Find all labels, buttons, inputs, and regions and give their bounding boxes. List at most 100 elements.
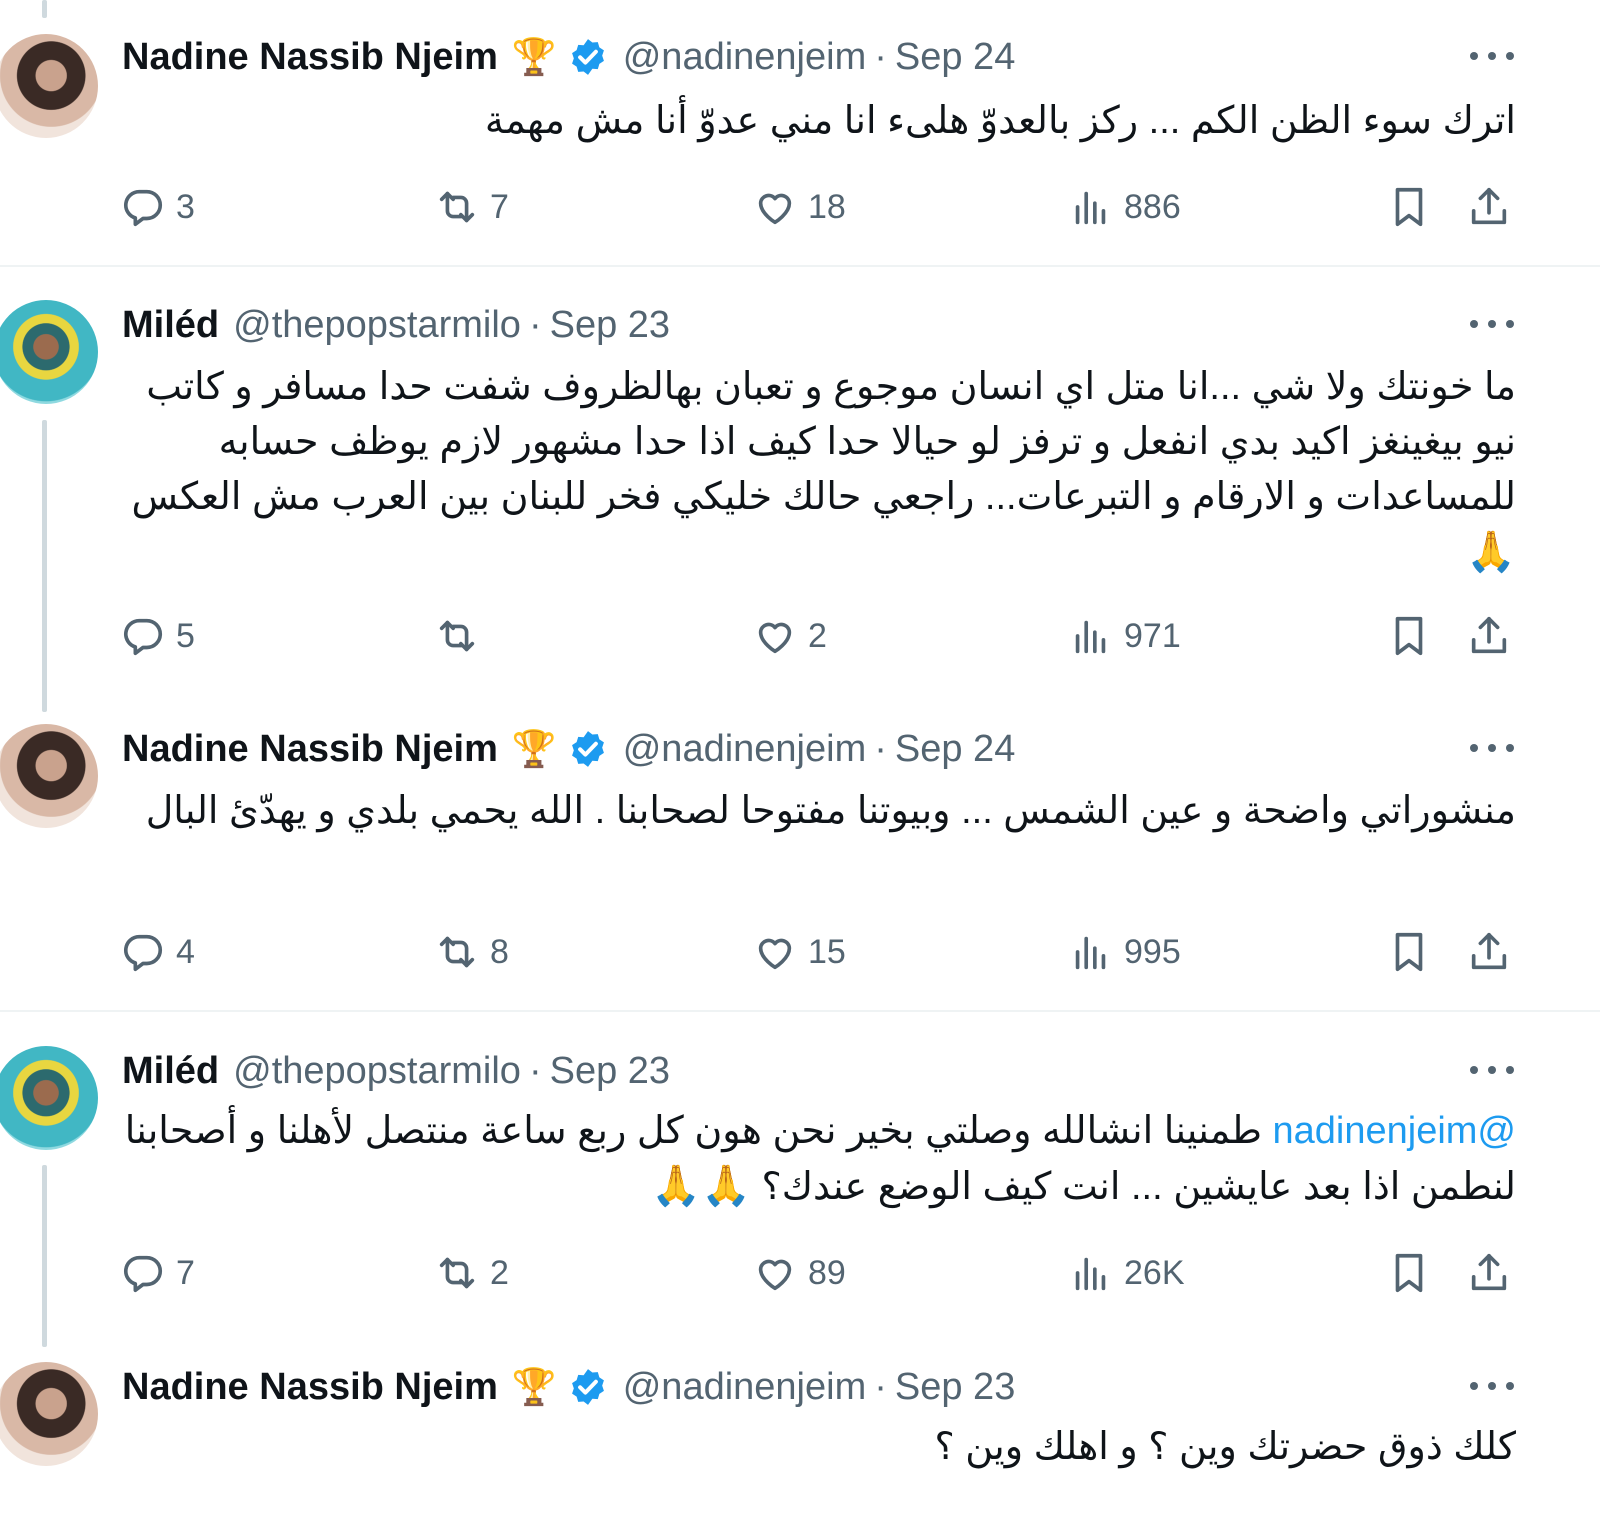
user-name[interactable]: Miléd (122, 304, 219, 347)
reply-button[interactable]: 7 (120, 1248, 195, 1298)
mention-link[interactable]: @nadinenjeim (1273, 1110, 1517, 1152)
user-name[interactable]: Nadine Nassib Njeim (122, 36, 498, 79)
views-button[interactable]: 971 (1068, 611, 1181, 661)
avatar[interactable] (0, 1046, 98, 1150)
like-button[interactable]: 18 (752, 182, 846, 232)
user-handle[interactable]: @thepopstarmilo (233, 1050, 521, 1093)
retweet-count: 7 (490, 187, 509, 226)
bookmark-icon (1386, 1250, 1432, 1296)
action-bar: 5 2 971 (0, 611, 1600, 661)
action-bar: 4 8 15 995 (0, 927, 1600, 977)
verified-badge-icon[interactable] (567, 728, 609, 770)
trophy-icon: 🏆 (511, 36, 557, 77)
share-button[interactable] (1466, 1248, 1512, 1298)
views-icon (1068, 1250, 1114, 1296)
pray-emoji: 🙏🙏 (651, 1164, 751, 1208)
retweet-count: 8 (490, 932, 509, 971)
like-button[interactable]: 2 (752, 611, 827, 661)
views-count: 971 (1124, 616, 1181, 655)
user-handle[interactable]: @nadinenjeim (623, 36, 867, 79)
tweet[interactable]: Miléd @thepopstarmilo · Sep 23 @nadinenj… (0, 1034, 1600, 1334)
retweet-button[interactable]: 7 (434, 182, 509, 232)
trophy-icon: 🏆 (511, 1366, 557, 1407)
views-count: 26K (1124, 1253, 1185, 1292)
share-button[interactable] (1466, 182, 1512, 232)
tweet-text: منشوراتي واضحة و عين الشمس ... وبيوتنا م… (145, 790, 1516, 832)
share-button[interactable] (1466, 927, 1512, 977)
views-icon (1068, 613, 1114, 659)
views-count: 995 (1124, 932, 1181, 971)
tweet-date[interactable]: Sep 23 (550, 1050, 670, 1093)
separator: · (874, 727, 887, 770)
bookmark-button[interactable] (1386, 927, 1432, 977)
reply-icon (120, 184, 166, 230)
separator: · (528, 1049, 542, 1092)
reply-icon (120, 929, 166, 975)
tweet-text: @nadinenjeim طمنينا انشالله وصلتي بخير ن… (122, 1104, 1516, 1215)
reply-count: 3 (176, 187, 195, 226)
verified-badge-icon[interactable] (567, 1366, 609, 1408)
thread-line (42, 0, 47, 18)
user-name[interactable]: Nadine Nassib Njeim (122, 728, 498, 771)
user-name[interactable]: Miléd (122, 1050, 219, 1093)
share-button[interactable] (1466, 611, 1512, 661)
like-button[interactable]: 15 (752, 927, 846, 977)
reply-button[interactable]: 4 (120, 927, 195, 977)
heart-icon (752, 613, 798, 659)
more-icon[interactable] (1470, 1368, 1514, 1404)
bookmark-icon (1386, 613, 1432, 659)
retweet-button[interactable] (434, 611, 490, 661)
reply-count: 4 (176, 932, 195, 971)
tweet-header: Miléd @thepopstarmilo · Sep 23 (122, 1046, 670, 1096)
tweet[interactable]: Miléd @thepopstarmilo · Sep 23 ما خونتك … (0, 288, 1600, 708)
heart-icon (752, 184, 798, 230)
reply-button[interactable]: 5 (120, 611, 195, 661)
more-icon[interactable] (1470, 38, 1514, 74)
user-handle[interactable]: @nadinenjeim (623, 728, 867, 771)
reply-button[interactable]: 3 (120, 182, 195, 232)
tweet-date[interactable]: Sep 24 (895, 36, 1015, 79)
retweet-button[interactable]: 2 (434, 1248, 509, 1298)
avatar[interactable] (0, 300, 98, 404)
share-icon (1466, 929, 1512, 975)
views-button[interactable]: 26K (1068, 1248, 1185, 1298)
avatar[interactable] (0, 34, 98, 138)
verified-badge-icon[interactable] (567, 36, 609, 78)
tweet-header: Miléd @thepopstarmilo · Sep 23 (122, 300, 670, 350)
more-icon[interactable] (1470, 306, 1514, 342)
tweet-date[interactable]: Sep 24 (895, 728, 1015, 771)
tweet-text: كلك ذوق حضرتك وين ؟ و اهلك وين ؟ (934, 1426, 1516, 1468)
divider (0, 265, 1600, 267)
share-icon (1466, 613, 1512, 659)
reply-count: 7 (176, 1253, 195, 1292)
bookmark-button[interactable] (1386, 1248, 1432, 1298)
like-count: 89 (808, 1253, 846, 1292)
tweet[interactable]: Nadine Nassib Njeim 🏆 @nadinenjeim · Sep… (0, 1350, 1600, 1521)
bookmark-button[interactable] (1386, 611, 1432, 661)
more-icon[interactable] (1470, 1052, 1514, 1088)
tweet-text: ما خونتك ولا شي ...انا متل اي انسان موجو… (122, 360, 1516, 581)
user-handle[interactable]: @thepopstarmilo (233, 304, 521, 347)
views-icon (1068, 929, 1114, 975)
more-icon[interactable] (1470, 730, 1514, 766)
like-button[interactable]: 89 (752, 1248, 846, 1298)
avatar[interactable] (0, 1362, 98, 1466)
like-count: 18 (808, 187, 846, 226)
views-button[interactable]: 886 (1068, 182, 1181, 232)
views-count: 886 (1124, 187, 1181, 226)
tweet-date[interactable]: Sep 23 (550, 304, 670, 347)
tweet[interactable]: Nadine Nassib Njeim 🏆 @nadinenjeim · Sep… (0, 20, 1600, 270)
retweet-button[interactable]: 8 (434, 927, 509, 977)
tweet-header: Nadine Nassib Njeim 🏆 @nadinenjeim · Sep… (122, 32, 1015, 82)
views-button[interactable]: 995 (1068, 927, 1181, 977)
tweet-date[interactable]: Sep 23 (895, 1366, 1015, 1409)
bookmark-button[interactable] (1386, 182, 1432, 232)
divider (0, 1010, 1600, 1012)
user-name[interactable]: Nadine Nassib Njeim (122, 1366, 498, 1409)
avatar[interactable] (0, 724, 98, 828)
action-bar: 3 7 18 886 (0, 182, 1600, 232)
reply-count: 5 (176, 616, 195, 655)
tweet[interactable]: Nadine Nassib Njeim 🏆 @nadinenjeim · Sep… (0, 712, 1600, 1012)
user-handle[interactable]: @nadinenjeim (623, 1366, 867, 1409)
retweet-icon (434, 1250, 480, 1296)
